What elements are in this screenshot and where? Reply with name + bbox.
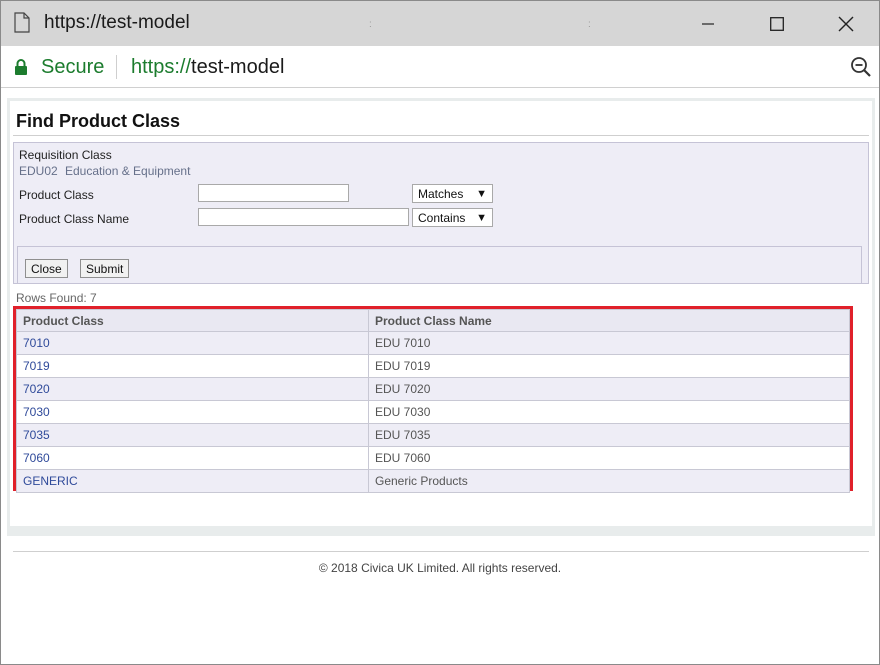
address-separator [116, 55, 117, 79]
product-class-name-input[interactable] [198, 208, 409, 226]
maximize-button[interactable] [754, 9, 800, 39]
requisition-class-code: EDU02 [19, 164, 58, 178]
dropdown-arrow-icon: ▼ [476, 211, 487, 224]
table-row: 7010 EDU 7010 [16, 331, 850, 355]
dropdown-arrow-icon: ▼ [476, 187, 487, 200]
product-class-input[interactable] [198, 184, 349, 202]
footer-divider [13, 551, 869, 552]
product-class-name-cell: EDU 7030 [368, 400, 850, 424]
requisition-class-name: Education & Equipment [65, 164, 191, 178]
footer-copyright: © 2018 Civica UK Limited. All rights res… [318, 561, 562, 575]
product-class-name-operator-value: Contains [418, 210, 466, 225]
product-class-link[interactable]: GENERIC [16, 469, 369, 493]
table-row: GENERIC Generic Products [16, 469, 850, 493]
close-window-button[interactable] [823, 9, 869, 39]
browser-window: https://test-model : : Secure https://te… [0, 0, 880, 665]
results-table: Product Class Product Class Name 7010 ED… [16, 309, 850, 493]
product-class-name-cell: EDU 7020 [368, 377, 850, 401]
title-divider [13, 135, 869, 136]
page-frame: Find Product Class Requisition Class EDU… [7, 98, 875, 536]
table-row: 7030 EDU 7030 [16, 400, 850, 424]
requisition-class-label: Requisition Class [19, 148, 112, 162]
column-header-product-class[interactable]: Product Class [16, 309, 369, 332]
url-host: test-model [191, 56, 285, 78]
page-content: Find Product Class Requisition Class EDU… [1, 88, 879, 664]
product-class-link[interactable]: 7060 [16, 446, 369, 470]
product-class-operator-value: Matches [418, 186, 464, 201]
form-button-bar: Close Submit [17, 246, 862, 283]
maximize-icon [770, 17, 784, 31]
minimize-button[interactable] [685, 9, 731, 39]
product-class-link[interactable]: 7010 [16, 331, 369, 355]
url-field[interactable]: https://test-model [131, 56, 284, 79]
document-icon [14, 12, 30, 33]
results-highlight-box: Product Class Product Class Name 7010 ED… [13, 306, 853, 493]
minimize-icon [702, 23, 714, 25]
table-row: 7060 EDU 7060 [16, 446, 850, 470]
product-class-name-cell: EDU 7060 [368, 446, 850, 470]
search-form: Requisition Class EDU02 Education & Equi… [13, 142, 869, 284]
title-bar-dot: : [369, 19, 372, 30]
url-protocol: https:// [131, 56, 192, 78]
close-icon [838, 16, 854, 32]
close-button[interactable]: Close [25, 259, 68, 278]
lock-icon[interactable] [14, 58, 28, 81]
product-class-operator-select[interactable]: Matches ▼ [412, 184, 493, 203]
product-class-link[interactable]: 7035 [16, 423, 369, 447]
rows-found-count: Rows Found: 7 [16, 291, 97, 305]
title-bar: https://test-model : : [1, 1, 879, 46]
column-header-product-class-name[interactable]: Product Class Name [368, 309, 850, 332]
window-title: https://test-model [44, 12, 190, 33]
product-class-name-label: Product Class Name [19, 212, 130, 226]
product-class-name-cell: EDU 7010 [368, 331, 850, 355]
page-title: Find Product Class [16, 111, 181, 131]
product-class-label: Product Class [19, 188, 94, 202]
table-row: 7020 EDU 7020 [16, 377, 850, 401]
product-class-link[interactable]: 7020 [16, 377, 369, 401]
product-class-name-cell: EDU 7035 [368, 423, 850, 447]
submit-button[interactable]: Submit [80, 259, 130, 278]
page-inner: Find Product Class Requisition Class EDU… [10, 101, 872, 526]
product-class-name-operator-select[interactable]: Contains ▼ [412, 208, 493, 227]
zoom-out-icon[interactable] [850, 56, 872, 83]
product-class-name-cell: EDU 7019 [368, 354, 850, 378]
secure-label[interactable]: Secure [41, 56, 104, 79]
table-row: 7035 EDU 7035 [16, 423, 850, 447]
address-bar: Secure https://test-model [1, 46, 879, 88]
title-bar-dot: : [588, 19, 591, 30]
product-class-link[interactable]: 7019 [16, 354, 369, 378]
product-class-link[interactable]: 7030 [16, 400, 369, 424]
table-row: 7019 EDU 7019 [16, 354, 850, 378]
product-class-name-cell: Generic Products [368, 469, 850, 493]
